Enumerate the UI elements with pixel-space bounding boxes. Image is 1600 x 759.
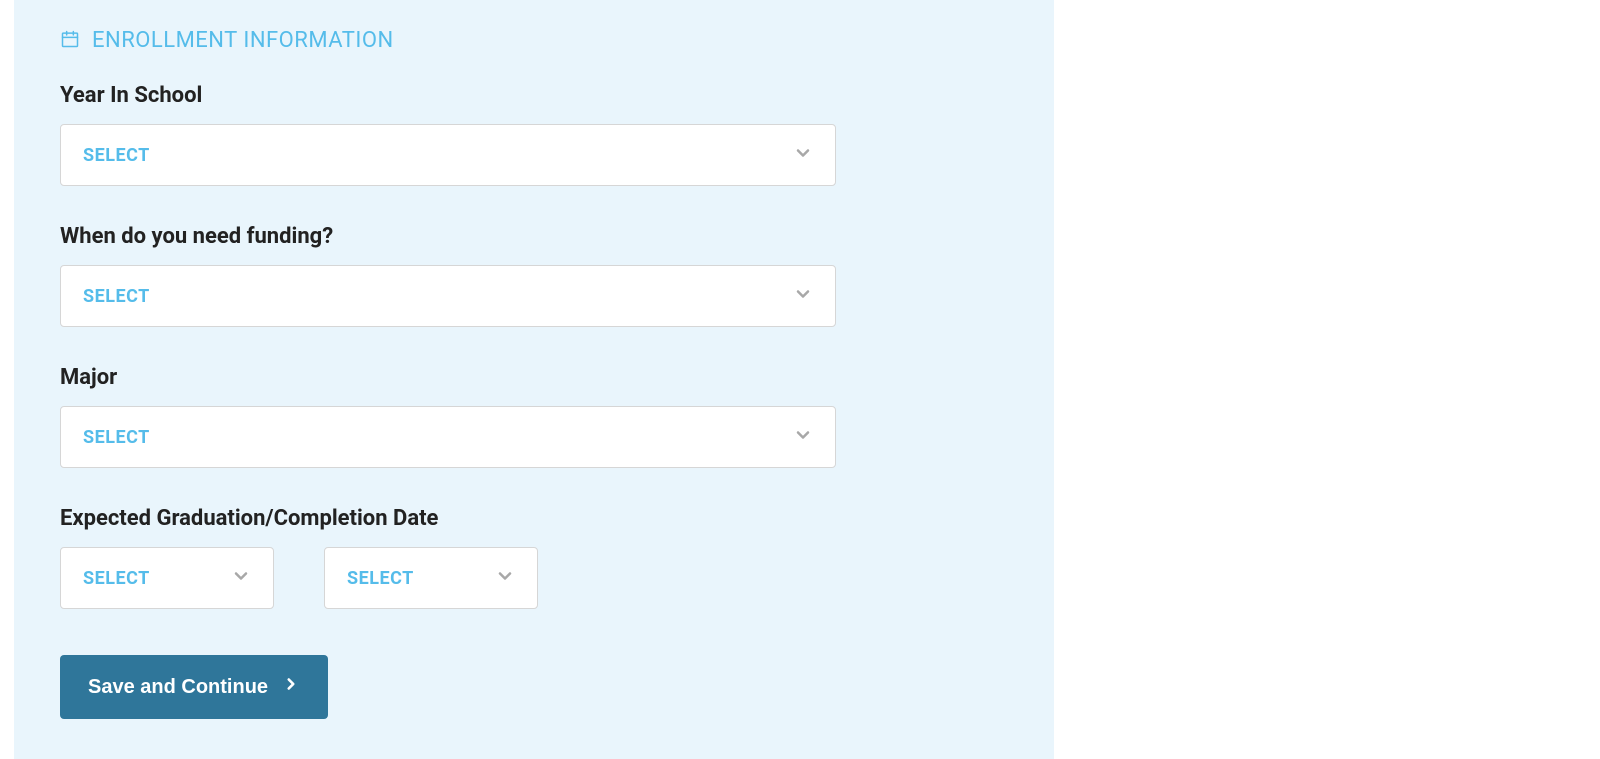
select-major[interactable]: Select xyxy=(60,406,836,468)
field-funding: When do you need funding? Select xyxy=(60,224,1008,327)
label-major: Major xyxy=(60,365,1008,390)
select-placeholder: Select xyxy=(83,145,150,166)
calendar-icon xyxy=(60,29,80,53)
save-continue-button[interactable]: Save and Continue xyxy=(60,655,328,719)
select-year-in-school[interactable]: Select xyxy=(60,124,836,186)
label-year-in-school: Year In School xyxy=(60,83,1008,108)
save-continue-label: Save and Continue xyxy=(88,676,268,699)
chevron-down-icon xyxy=(793,425,813,449)
section-header: Enrollment Information xyxy=(60,28,1008,53)
select-placeholder: Select xyxy=(83,427,150,448)
select-placeholder: Select xyxy=(83,568,150,589)
select-funding[interactable]: Select xyxy=(60,265,836,327)
select-graduation-month[interactable]: Select xyxy=(60,547,274,609)
field-major: Major Select xyxy=(60,365,1008,468)
field-year-in-school: Year In School Select xyxy=(60,83,1008,186)
enrollment-panel: Enrollment Information Year In School Se… xyxy=(14,0,1054,759)
label-funding: When do you need funding? xyxy=(60,224,1008,249)
chevron-down-icon xyxy=(793,284,813,308)
section-title: Enrollment Information xyxy=(92,28,394,53)
chevron-down-icon xyxy=(231,566,251,590)
chevron-right-icon xyxy=(282,675,300,699)
select-placeholder: Select xyxy=(347,568,414,589)
chevron-down-icon xyxy=(495,566,515,590)
side-whitespace xyxy=(1054,0,1600,759)
select-graduation-year[interactable]: Select xyxy=(324,547,538,609)
select-placeholder: Select xyxy=(83,286,150,307)
chevron-down-icon xyxy=(793,143,813,167)
label-graduation: Expected Graduation/Completion Date xyxy=(60,506,1008,531)
field-graduation-date: Expected Graduation/Completion Date Sele… xyxy=(60,506,1008,609)
